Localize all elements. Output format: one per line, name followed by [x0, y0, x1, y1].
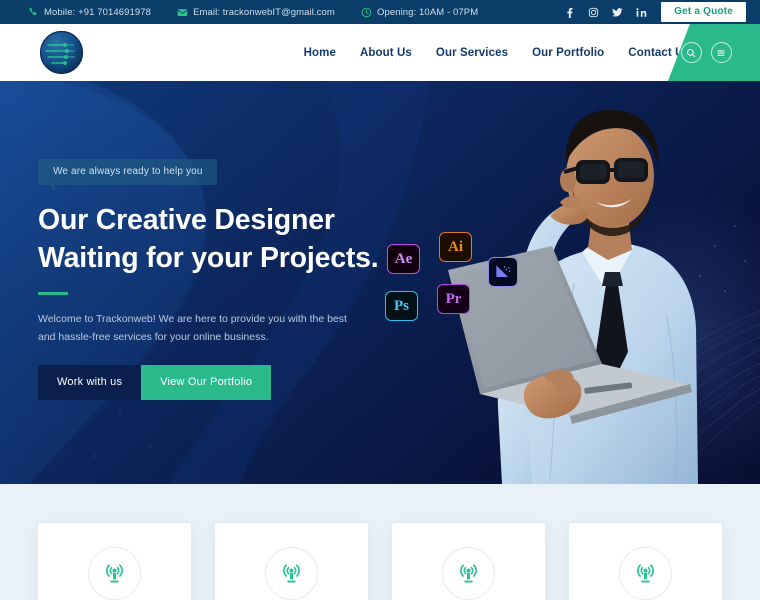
feature-card[interactable] — [215, 523, 368, 600]
hero-button-group: Work with us View Our Portfolio — [38, 364, 398, 400]
search-button[interactable] — [680, 42, 702, 63]
feature-icon-ring — [265, 547, 318, 600]
nav-item-about-us[interactable]: About Us — [360, 47, 412, 59]
feature-icon-ring — [442, 547, 495, 600]
twitter-icon[interactable] — [612, 7, 623, 18]
opening-hours-text: Opening: 10AM - 07PM — [376, 6, 479, 18]
contact-email-text: Email: trackonwebIT@gmail.com — [193, 6, 335, 18]
illustrator-icon: Ai — [439, 232, 472, 262]
nav-item-our-services[interactable]: Our Services — [436, 47, 508, 59]
top-info-bar: Mobile: +91 7014691978 Email: trackonweb… — [0, 0, 760, 24]
envelope-icon — [177, 7, 188, 18]
contact-mobile[interactable]: Mobile: +91 7014691978 — [28, 7, 151, 18]
hamburger-menu-icon — [716, 48, 726, 58]
businessman-with-laptop-photo — [432, 84, 732, 484]
menu-button[interactable] — [710, 42, 732, 63]
phone-icon — [28, 7, 39, 18]
opening-hours: Opening: 10AM - 07PM — [361, 7, 478, 18]
photoshop-icon: Ps — [385, 291, 418, 321]
hero-paragraph: Welcome to Trackonweb! We are here to pr… — [38, 312, 347, 343]
nav-item-home[interactable]: Home — [304, 47, 336, 59]
contact-email[interactable]: Email: trackonwebIT@gmail.com — [177, 7, 335, 18]
hero-heading: Our Creative Designer Waiting for your P… — [38, 202, 398, 278]
feature-icon-ring — [88, 547, 141, 600]
social-links — [564, 7, 647, 18]
adobe-xd-icon — [488, 257, 518, 287]
broadcast-icon — [103, 562, 126, 585]
main-navigation-bar: Home About Us Our Services Our Portfolio… — [0, 24, 760, 81]
after-effects-icon: Ae — [387, 244, 420, 274]
broadcast-icon — [280, 562, 303, 585]
feature-card[interactable] — [569, 523, 722, 600]
hero-content: We are always ready to help you Our Crea… — [38, 159, 398, 400]
nav-actions — [660, 24, 760, 81]
clock-icon — [361, 7, 372, 18]
instagram-icon[interactable] — [588, 7, 599, 18]
facebook-icon[interactable] — [564, 7, 575, 18]
get-a-quote-button[interactable]: Get a Quote — [661, 2, 746, 22]
feature-icon-ring — [619, 547, 672, 600]
view-our-portfolio-button[interactable]: View Our Portfolio — [141, 364, 272, 400]
contact-mobile-text: Mobile: +91 7014691978 — [44, 6, 152, 18]
feature-card[interactable] — [392, 523, 545, 600]
hero-badge: We are always ready to help you — [38, 159, 217, 191]
features-section — [0, 484, 760, 600]
feature-card[interactable] — [38, 523, 191, 600]
broadcast-icon — [634, 562, 657, 585]
linkedin-icon[interactable] — [636, 7, 647, 18]
feature-cards-row — [38, 523, 722, 600]
work-with-us-button[interactable]: Work with us — [38, 364, 142, 400]
hero-section: Ae Ai Ps Pr We are always ready to help … — [0, 81, 760, 484]
trackonweb-logo[interactable] — [38, 29, 85, 76]
hero-heading-line2: Waiting for your Projects. — [38, 241, 379, 274]
nav-item-our-portfolio[interactable]: Our Portfolio — [532, 47, 604, 59]
hero-heading-line1: Our Creative Designer — [38, 204, 335, 236]
broadcast-icon — [457, 562, 480, 585]
premiere-pro-icon: Pr — [437, 284, 470, 314]
hero-accent-rule — [38, 291, 68, 295]
search-icon — [686, 48, 696, 58]
